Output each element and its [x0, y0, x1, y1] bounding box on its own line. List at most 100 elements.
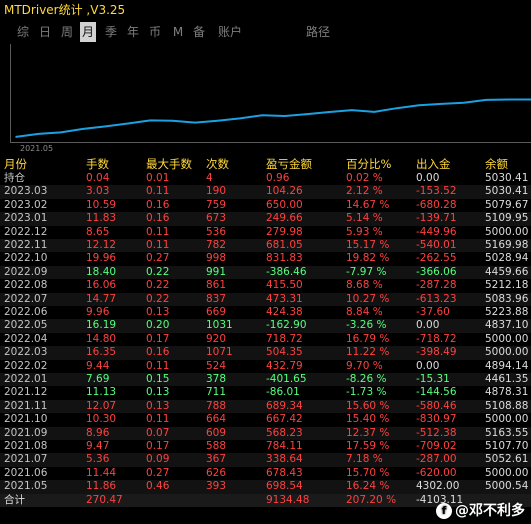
cell-lots: 3.03	[86, 185, 110, 198]
tab-overview[interactable]: 综	[16, 22, 30, 42]
cell-lots: 19.96	[86, 252, 117, 265]
tab-currency[interactable]: 币	[148, 22, 162, 42]
table-row[interactable]: 2022.03 16.35 0.16 1071 504.35 11.22 % -398.49…	[0, 346, 531, 360]
tab-day[interactable]: 日	[38, 22, 52, 42]
table-row[interactable]: 2021.09 8.96 0.07 609 568.23 12.37 % -512.38 51…	[0, 426, 531, 440]
tab-quarter[interactable]: 季	[104, 22, 118, 42]
cell-month: 2023.01	[4, 212, 48, 225]
equity-point-2022.04	[261, 114, 264, 116]
table-row[interactable]: 2021.07 5.36 0.09 367 338.64 7.18 % -287.00 505…	[0, 453, 531, 467]
header-max-lots[interactable]: 最大手数	[146, 156, 192, 172]
cell-deposit-withdraw: -449.96	[416, 225, 457, 238]
table-row[interactable]: 持仓 0.04 0.01 4 0.96 0.02 % 0.00 5030.41	[0, 172, 531, 185]
table-row[interactable]: 2022.06 9.96 0.13 669 424.38 8.84 % -37.60 5223…	[0, 306, 531, 319]
cell-balance: 5000.00	[485, 413, 529, 426]
equity-point-2022.05	[283, 115, 286, 117]
cell-max-lots: 0.15	[146, 373, 170, 385]
cell-balance: 5079.67	[485, 198, 529, 211]
app-title: MTDriver统计 ,V3.25	[4, 3, 126, 17]
cell-balance: 5052.61	[485, 453, 529, 466]
table-row[interactable]: 2022.01 7.69 0.15 378 -401.65 -8.26 % -15.31 44…	[0, 373, 531, 387]
cell-count: 920	[206, 332, 227, 345]
cell-pnl: 424.38	[266, 306, 303, 318]
tab-month[interactable]: 月	[80, 22, 97, 42]
table-row[interactable]: 2023.02 10.59 0.16 759 650.00 14.67 % -680.28 5…	[0, 199, 531, 212]
table-row[interactable]: 2021.06 11.44 0.27 626 678.43 15.70 % -620.00 5…	[0, 467, 531, 480]
cell-lots: 11.44	[86, 466, 117, 479]
equity-point-2022.02	[216, 119, 219, 122]
table-row[interactable]: 2022.09 18.40 0.22 991 -386.46 -7.97 % -366.06…	[0, 265, 531, 280]
header-lots[interactable]: 手数	[86, 156, 109, 172]
cell-month: 2021.05	[4, 480, 48, 493]
tab-note[interactable]: 备	[192, 22, 206, 42]
cell-count: 190	[206, 185, 227, 198]
cell-balance: 5109.95	[485, 212, 529, 225]
cell-month: 2023.03	[4, 185, 48, 198]
cell-pnl: 681.05	[266, 239, 303, 251]
cell-percent: 15.17 %	[346, 239, 390, 251]
cell-percent: 7.18 %	[346, 453, 383, 466]
cell-max-lots: 0.11	[146, 413, 170, 426]
table-row[interactable]: 2022.04 14.80 0.17 920 718.72 16.79 % -718.72 5…	[0, 333, 531, 346]
cell-percent: 15.70 %	[346, 466, 390, 479]
cell-month: 2022.05	[4, 319, 48, 332]
tab-week[interactable]: 周	[60, 22, 74, 42]
cell-lots: 16.35	[86, 346, 117, 359]
tab-year[interactable]: 年	[126, 22, 140, 42]
tab-account[interactable]: 账户	[216, 22, 244, 42]
equity-point-2021.12	[171, 120, 174, 122]
cell-balance: 5107.70	[485, 440, 529, 452]
table-row[interactable]: 2022.12 8.65 0.11 536 279.98 5.93 % -449.96 500…	[0, 226, 531, 239]
cell-deposit-withdraw: 0.00	[416, 319, 440, 332]
cell-lots: 8.65	[86, 225, 110, 238]
table-row[interactable]: 2021.11 12.07 0.13 788 689.34 15.60 % -580.46 5…	[0, 399, 531, 414]
cell-max-lots: 0.11	[146, 185, 170, 198]
cell-count: 536	[206, 225, 227, 238]
table-row[interactable]: 2022.10 19.96 0.27 998 831.83 19.82 % -262.55 5…	[0, 252, 531, 265]
table-row[interactable]: 2022.08 16.06 0.22 861 415.50 8.68 % -287.28 52…	[0, 279, 531, 292]
cell-deposit-withdraw: -540.01	[416, 239, 457, 251]
table-row[interactable]: 2021.12 11.13 0.13 711 -86.01 -1.73 % -144.56 4…	[0, 386, 531, 399]
chart-x-tick-label: 2021.05	[20, 144, 53, 153]
cell-lots: 18.40	[86, 265, 117, 278]
cell-pnl: 678.43	[266, 466, 303, 479]
cell-month: 2021.11	[4, 399, 48, 412]
table-row[interactable]: 2022.02 9.44 0.11 524 432.79 9.70 % 0.00 4894.1…	[0, 360, 531, 373]
cell-deposit-withdraw: -15.31	[416, 373, 450, 385]
cell-pnl: 718.72	[266, 332, 303, 345]
cell-lots: 12.07	[86, 399, 117, 412]
table-row[interactable]: 2021.05 11.86 0.46 393 698.54 16.24 % 4302.00 5…	[0, 480, 531, 494]
header-month[interactable]: 月份	[4, 156, 27, 172]
header-percent[interactable]: 百分比%	[346, 156, 391, 172]
cell-count: 664	[206, 413, 227, 426]
table-row[interactable]: 2023.01 11.83 0.16 673 249.66 5.14 % -139.71 51…	[0, 212, 531, 226]
cell-pnl: 784.11	[266, 440, 303, 452]
table-row[interactable]: 2022.05 16.19 0.20 1031 -162.90 -3.26 % 0.00 48…	[0, 319, 531, 333]
table-row[interactable]: 2021.10 10.30 0.11 664 667.42 15.40 % -830.97 5…	[0, 413, 531, 426]
cell-pnl: 0.96	[266, 172, 290, 184]
header-count[interactable]: 次数	[206, 156, 229, 172]
cell-max-lots: 0.16	[146, 212, 170, 225]
header-balance[interactable]: 余额	[485, 156, 508, 172]
table-row[interactable]: 2023.03 3.03 0.11 190 104.26 2.12 % -153.52 503…	[0, 185, 531, 199]
header-deposit-withdraw[interactable]: 出入金	[416, 156, 451, 172]
cell-max-lots: 0.13	[146, 386, 170, 399]
tab-path[interactable]: 路径	[304, 22, 332, 42]
total-percent: 207.20 %	[346, 493, 397, 506]
cell-percent: 16.79 %	[346, 332, 390, 345]
tab-m[interactable]: M	[172, 22, 184, 42]
equity-point-2022.06	[306, 113, 308, 115]
table-row[interactable]: 2022.07 14.77 0.22 837 473.31 10.27 % -613.23 5…	[0, 292, 531, 306]
cell-balance: 4878.31	[485, 386, 529, 399]
cell-max-lots: 0.22	[146, 292, 170, 305]
cell-percent: -1.73 %	[346, 386, 387, 399]
table-row[interactable]: 2022.11 12.12 0.11 782 681.05 15.17 % -540.01 5…	[0, 239, 531, 253]
equity-point-2022.12	[440, 103, 443, 105]
header-pnl[interactable]: 盈亏金额	[266, 156, 312, 172]
cell-lots: 16.06	[86, 279, 117, 292]
table-row[interactable]: 2021.08 9.47 0.17 588 784.11 17.59 % -709.02 51…	[0, 440, 531, 453]
cell-month: 2022.03	[4, 346, 48, 359]
cell-percent: 2.12 %	[346, 185, 383, 198]
cell-max-lots: 0.22	[146, 265, 170, 278]
cell-percent: 17.59 %	[346, 440, 390, 452]
